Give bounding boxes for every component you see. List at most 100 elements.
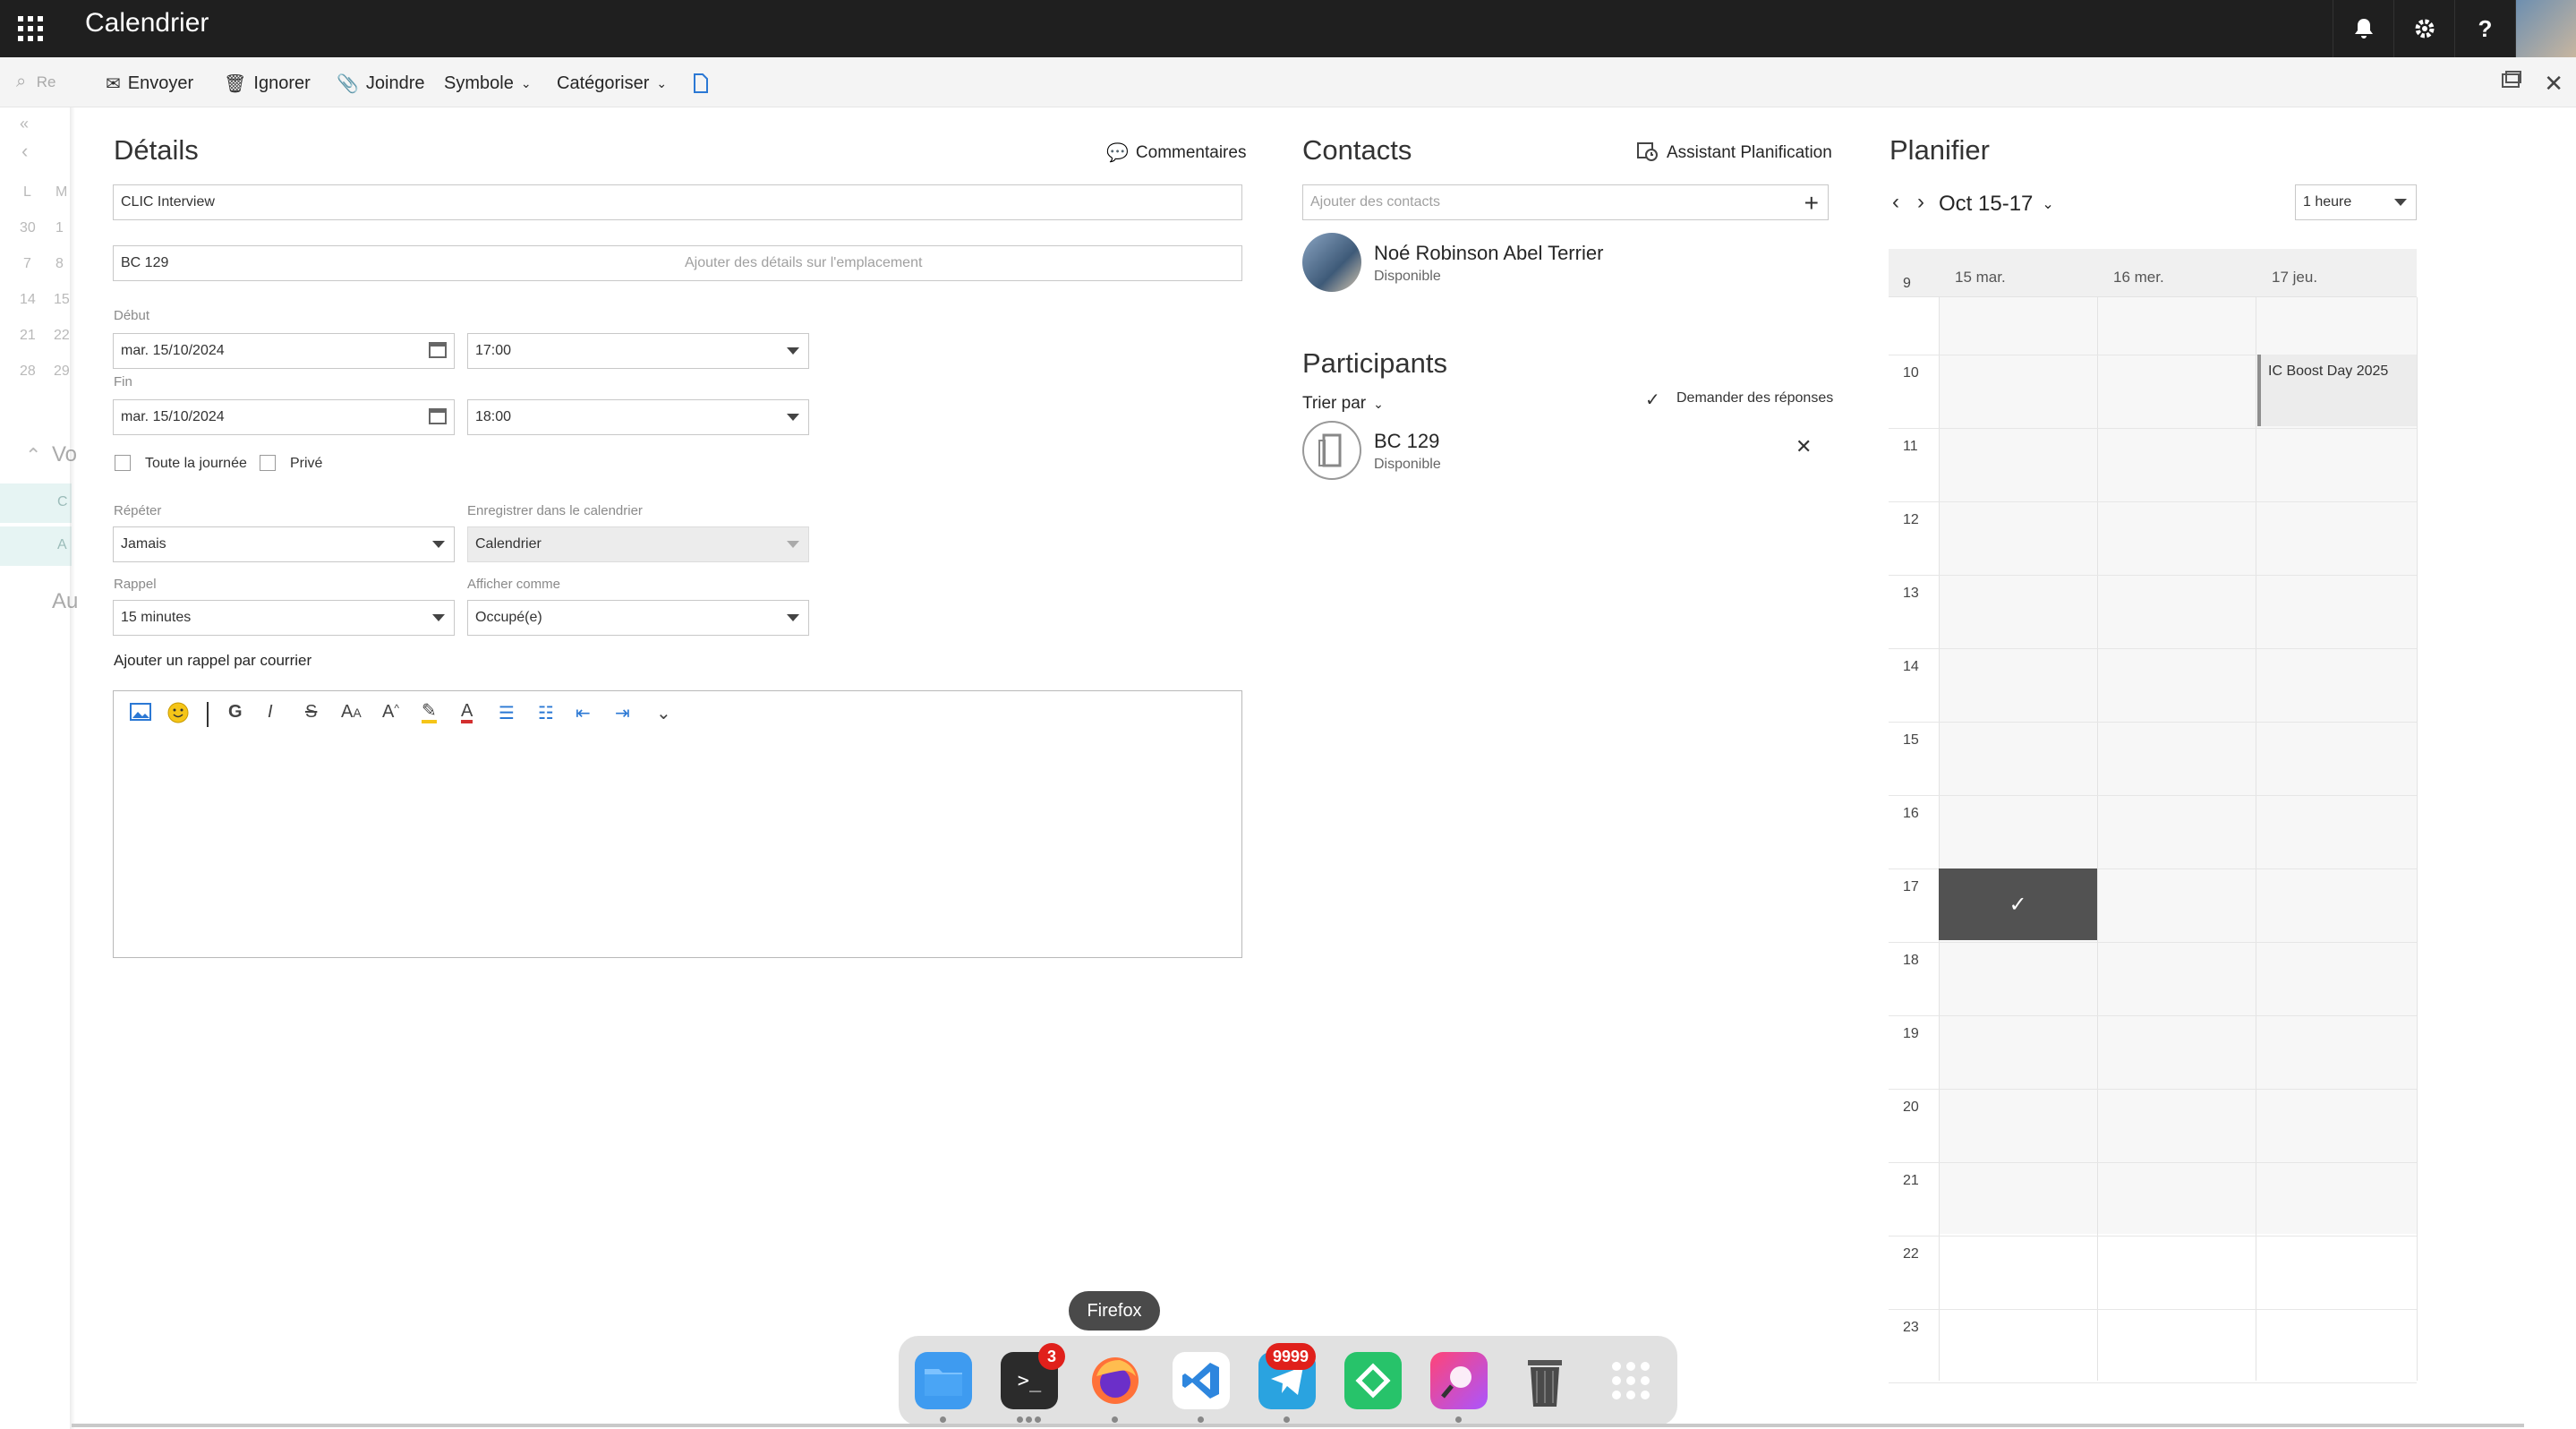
caret-down-icon [787,414,799,421]
font-size-icon[interactable]: AA [341,702,362,723]
planner-title: Planifier [1889,134,1990,166]
chevron-left-icon[interactable]: ‹ [1892,190,1899,215]
search-icon: ⌕ [16,72,27,91]
caret-down-icon [787,347,799,355]
location-hint[interactable]: Ajouter des détails sur l'emplacement [685,255,922,271]
request-responses-label: Demander des réponses [1676,390,1834,406]
bell-icon[interactable] [2333,0,2393,57]
private-checkbox[interactable] [260,455,276,471]
gear-icon[interactable] [2393,0,2454,57]
numbered-list-icon[interactable]: ☷ [538,702,554,724]
sync-app-icon[interactable] [1344,1352,1402,1409]
emoji-icon[interactable] [167,702,189,729]
calendar-icon[interactable] [429,408,447,424]
hour-line [1889,428,2417,429]
mini-cal-date[interactable]: 14 [20,292,36,308]
grow-font-icon[interactable]: A^ [382,702,399,723]
increase-indent-icon[interactable]: ⇥ [615,702,630,724]
calendar-item[interactable]: C [0,483,72,523]
show-as-select[interactable]: Occupé(e) [467,600,809,636]
chevron-up-icon[interactable]: ⌃ [25,444,41,467]
subject-input[interactable]: CLIC Interview [113,184,1242,220]
remove-participant-icon[interactable]: ✕ [1796,435,1812,458]
mini-cal-date[interactable]: 29 [54,364,70,380]
app-grid-icon[interactable] [1602,1352,1659,1409]
hour-label: 18 [1903,953,1919,968]
selected-meeting-slot[interactable]: ✓ [1939,869,2097,940]
strikethrough-icon[interactable]: S [305,702,317,723]
calendar-item[interactable]: A [0,526,72,566]
bullet-list-icon[interactable]: ☰ [499,702,515,724]
app-launcher-icon[interactable] [18,16,43,41]
ignore-button[interactable]: 🗑 Ignorer [224,70,311,97]
collapse-icon[interactable]: « [20,115,29,133]
font-color-icon[interactable]: A [461,702,473,723]
firefox-icon[interactable] [1087,1352,1144,1409]
day-header: 15 mar. [1955,269,2006,286]
body-editor[interactable]: G I S AA A^ ✎ A ☰ ☷ ⇤ ⇥ ⌄ [113,690,1242,958]
mini-cal-date[interactable]: 21 [20,328,36,344]
add-icon[interactable]: + [1804,189,1819,218]
chevron-down-icon[interactable]: ⌄ [656,702,671,724]
show-as-label: Afficher comme [467,577,560,592]
user-avatar[interactable] [2515,0,2576,57]
mini-cal-date[interactable]: 22 [54,328,70,344]
files-icon[interactable] [915,1352,972,1409]
email-reminder-link[interactable]: Ajouter un rappel par courrier [114,652,311,670]
help-icon[interactable]: ? [2454,0,2515,57]
mini-cal-date[interactable]: 8 [55,256,64,272]
mini-cal-date[interactable]: 7 [23,256,31,272]
start-date-input[interactable]: mar. 15/10/2024 [113,333,455,369]
mini-cal-date[interactable]: 30 [20,220,36,236]
document-icon[interactable] [693,70,709,97]
contact-status: Disponible [1374,269,1441,284]
grid-column-line [2417,297,2418,1381]
end-time-select[interactable]: 18:00 [467,399,809,435]
chevron-right-icon[interactable]: › [1917,190,1924,215]
mini-cal-date[interactable]: 15 [54,292,70,308]
italic-icon[interactable]: I [268,702,273,723]
interval-select[interactable]: 1 heure [2295,184,2417,220]
mini-cal-date[interactable]: 1 [55,220,64,236]
send-button[interactable]: ✉ Envoyer [106,70,193,97]
chevron-left-icon[interactable]: ‹ [21,140,28,163]
contact-name[interactable]: Noé Robinson Abel Terrier [1374,242,1603,265]
comments-button[interactable]: 💬 Commentaires [1106,141,1246,164]
image-viewer-icon[interactable] [1430,1352,1488,1409]
mini-cal-date[interactable]: 28 [20,364,36,380]
reminder-select[interactable]: 15 minutes [113,600,455,636]
vscode-icon[interactable] [1173,1352,1230,1409]
date-range-dropdown[interactable]: Oct 15-17 ⌄ [1939,192,2054,217]
start-time-select[interactable]: 17:00 [467,333,809,369]
popout-icon[interactable] [2501,70,2522,96]
location-input[interactable]: BC 129 Ajouter des détails sur l'emplace… [113,245,1242,281]
highlight-icon[interactable]: ✎ [422,702,437,723]
sort-by-dropdown[interactable]: Trier par ⌄ [1302,394,1384,414]
calendar-event[interactable]: IC Boost Day 2025 [2257,355,2417,426]
end-date-input[interactable]: mar. 15/10/2024 [113,399,455,435]
hour-label: 12 [1903,512,1919,527]
decrease-indent-icon[interactable]: ⇤ [576,702,591,724]
running-indicator [1455,1416,1462,1423]
symbol-dropdown[interactable]: Symbole ⌄ [444,70,532,97]
hour-label: 23 [1903,1320,1919,1335]
grid-column-line [1939,297,1940,1381]
participants-title: Participants [1302,347,1447,379]
bold-icon[interactable]: G [228,702,243,723]
close-icon[interactable]: ✕ [2544,70,2563,98]
insert-image-icon[interactable] [130,702,151,727]
search-box[interactable]: ⌕ Re [16,72,56,92]
attach-button[interactable]: 📎 Joindre [337,70,425,97]
repeat-select[interactable]: Jamais [113,526,455,562]
categorize-dropdown[interactable]: Catégoriser ⌄ [557,70,667,97]
room-name[interactable]: BC 129 [1374,430,1439,453]
all-day-checkbox[interactable] [115,455,131,471]
add-contacts-input[interactable]: Ajouter des contacts + [1302,184,1829,220]
request-responses-check-icon[interactable]: ✓ [1645,389,1660,411]
contact-avatar[interactable] [1302,233,1361,292]
calendar-icon[interactable] [429,342,447,358]
scheduling-assistant-button[interactable]: Assistant Planification [1636,140,1832,167]
check-icon: ✓ [2009,892,2027,917]
hour-label: 17 [1903,879,1919,894]
trash-icon[interactable] [1516,1352,1574,1409]
